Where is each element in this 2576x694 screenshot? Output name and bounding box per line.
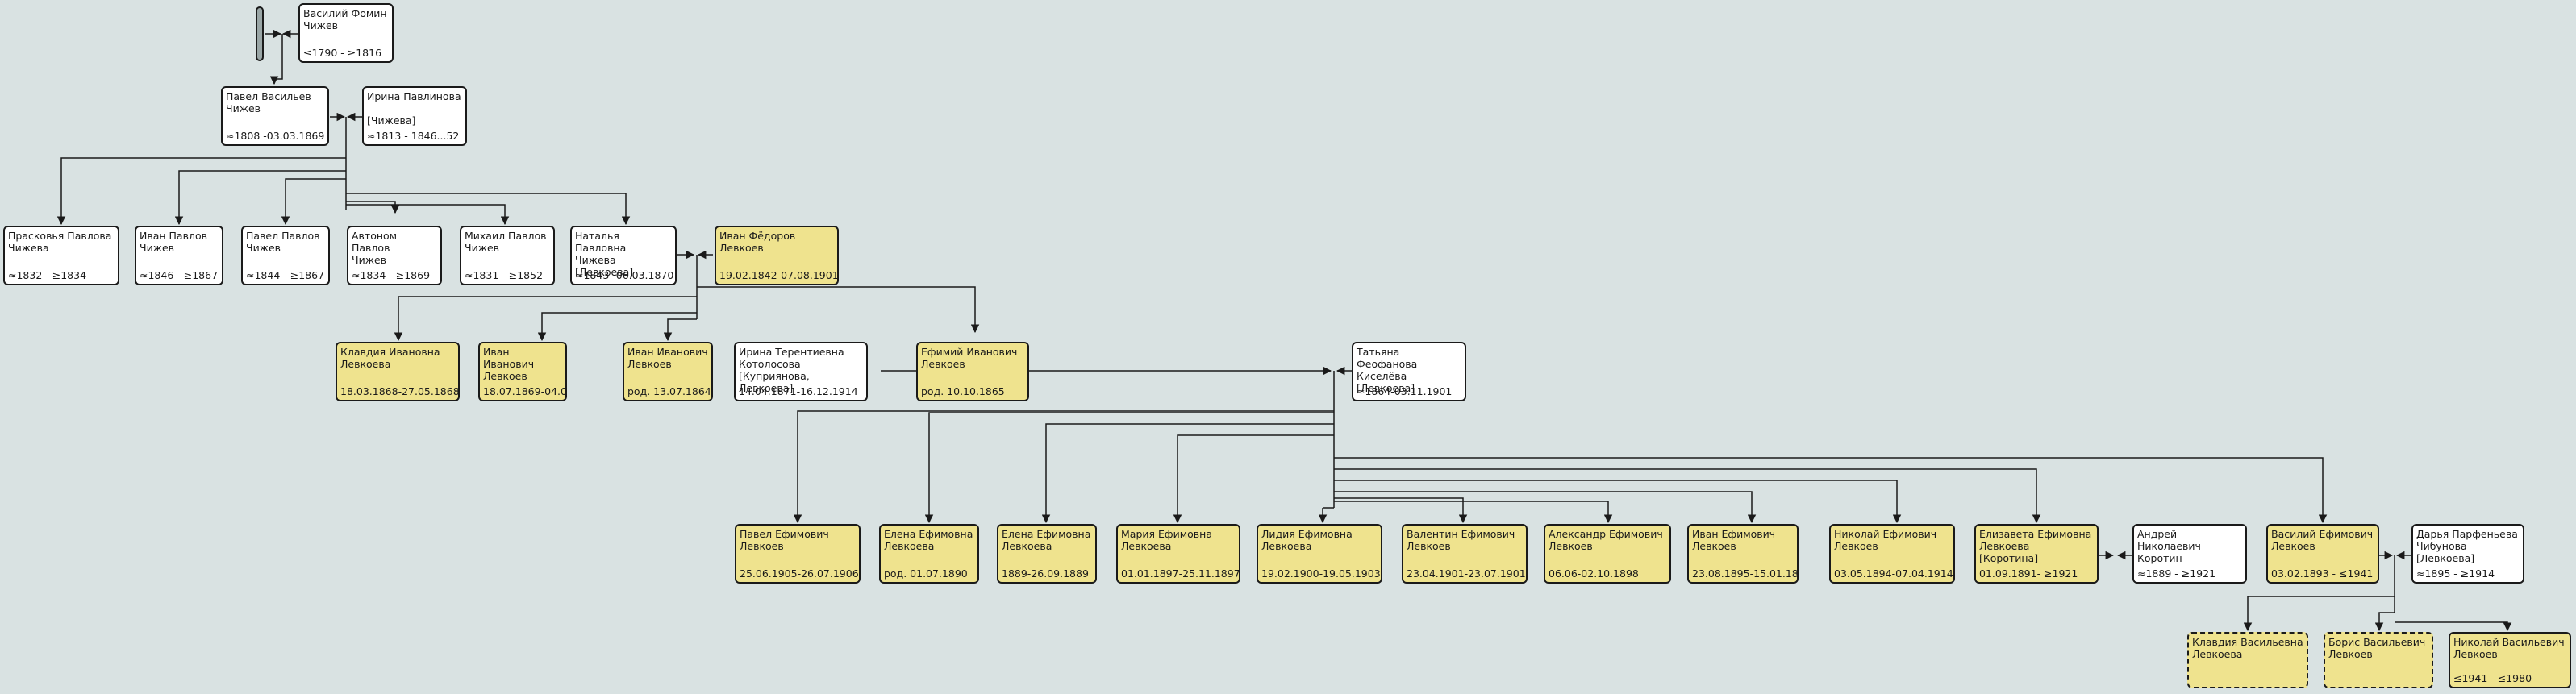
person-name: Клавдия Васильевна Левкоева xyxy=(2192,636,2303,660)
person-dates: ≈1895 - ≥1914 xyxy=(2416,567,2495,580)
person-card-nikolay-vas[interactable]: Николай Васильевич Левкоев ≤1941 - ≤1980 xyxy=(2449,632,2571,688)
person-card-irina-pavlinova[interactable]: Ирина Павлинова [Чижева] ≈1813 - 1846...5… xyxy=(362,86,467,146)
person-dates: ≈1813 - 1846...52 xyxy=(367,130,460,142)
person-card-ivan-fedorov[interactable]: Иван Фёдоров Левкоев 19.02.1842-07.08.190… xyxy=(715,226,839,285)
person-card-vasiliy-ef[interactable]: Василий Ефимович Левкоев 03.02.1893 - ≤19… xyxy=(2266,524,2379,584)
person-dates: 03.02.1893 - ≤1941 xyxy=(2271,567,2374,580)
person-card-boris-vas[interactable]: Борис Васильевич Левкоев xyxy=(2324,632,2433,688)
person-card-klavdiya-iv[interactable]: Клавдия Ивановна Левкоева 18.03.1868-27.0… xyxy=(336,342,460,401)
person-dates: 19.02.1842-07.08.1901 xyxy=(719,269,839,281)
person-name: Иван Иванович Левкоев xyxy=(627,346,708,370)
person-card-ivan-iv1[interactable]: Иван Иванович Левкоев 18.07.1869-04.01.18… xyxy=(478,342,567,401)
person-dates: ≈1846 - ≥1867 xyxy=(140,269,219,281)
person-dates: 1889-26.09.1889 xyxy=(1002,567,1089,580)
person-dates: ≤1941 - ≤1980 xyxy=(2453,672,2532,684)
person-name: Мария Ефимовна Левкоева xyxy=(1121,528,1212,552)
person-name: Елизавета Ефимовна Левкоева [Коротина] xyxy=(1979,528,2092,564)
person-dates: ≤1790 - ≥1816 xyxy=(303,47,382,59)
person-dates: род. 01.07.1890 xyxy=(884,567,968,580)
person-name: Андрей Николаевич Коротин xyxy=(2137,528,2201,564)
person-card-ivan-pavlov[interactable]: Иван Павлов Чижев ≈1846 - ≥1867 xyxy=(135,226,223,285)
person-card-mikhail[interactable]: Михаил Павлов Чижев ≈1831 - ≥1852 xyxy=(460,226,555,285)
person-name: Николай Васильевич Левкоев xyxy=(2453,636,2565,660)
person-card-efimiy[interactable]: Ефимий Иванович Левкоев род. 10.10.1865 xyxy=(916,342,1029,401)
person-card-natalya[interactable]: Наталья Павловна Чижева [Левкоева] ≈1843 … xyxy=(570,226,677,285)
person-card-andrey[interactable]: Андрей Николаевич Коротин ≈1889 - ≥1921 xyxy=(2132,524,2247,584)
person-card-ivan-iv2[interactable]: Иван Иванович Левкоев род. 13.07.1864 xyxy=(623,342,713,401)
person-dates: ≈1843 -06.03.1870 xyxy=(575,269,674,281)
person-name: Василий Ефимович Левкоев xyxy=(2271,528,2374,552)
person-name: Елена Ефимовна Левкоева xyxy=(1002,528,1091,552)
person-name: Иван Фёдоров Левкоев xyxy=(719,230,796,254)
person-name: Александр Ефимович Левкоев xyxy=(1549,528,1663,552)
person-dates: род. 13.07.1864 xyxy=(627,385,711,397)
person-name: Лидия Ефимовна Левкоева xyxy=(1261,528,1353,552)
person-card-pavel-vasilyev[interactable]: Павел Васильев Чижев ≈1808 -03.03.1869 xyxy=(221,86,329,146)
person-dates: ≈1831 - ≥1852 xyxy=(465,269,544,281)
person-name: Ефимий Иванович Левкоев xyxy=(921,346,1018,370)
person-name: Павел Ефимович Левкоев xyxy=(740,528,829,552)
person-card-nikolay-ef[interactable]: Николай Ефимович Левкоев 03.05.1894-07.04… xyxy=(1829,524,1955,584)
person-card-vasiliy-fomin[interactable]: Василий Фомин Чижев ≤1790 - ≥1816 xyxy=(298,3,394,63)
person-card-darya[interactable]: Дарья Парфеньева Чибунова [Левкоева] ≈189… xyxy=(2411,524,2524,584)
person-card-ivan-ef[interactable]: Иван Ефимович Левкоев 23.08.1895-15.01.18… xyxy=(1687,524,1799,584)
person-dates: ≈1808 -03.03.1869 xyxy=(226,130,325,142)
person-dates: 25.06.1905-26.07.1906 xyxy=(740,567,859,580)
person-name: Иван Ефимович Левкоев xyxy=(1692,528,1776,552)
person-name: Елена Ефимовна Левкоева xyxy=(884,528,973,552)
person-name: Дарья Парфеньева Чибунова [Левкоева] xyxy=(2416,528,2518,564)
person-card-irina-ter[interactable]: Ирина Терентиевна Котолосова [Куприянова… xyxy=(734,342,868,401)
person-dates: ≈1889 - ≥1921 xyxy=(2137,567,2216,580)
person-card-valentin-ef[interactable]: Валентин Ефимович Левкоев 23.04.1901-23.0… xyxy=(1402,524,1528,584)
person-dates: 14.04.1871-16.12.1914 xyxy=(739,385,858,397)
root-handle[interactable] xyxy=(256,6,264,61)
person-dates: ≈1832 - ≥1834 xyxy=(8,269,87,281)
person-card-avtonom[interactable]: Автоном Павлов Чижев ≈1834 - ≥1869 xyxy=(347,226,442,285)
person-card-klavdiya-vas[interactable]: Клавдия Васильевна Левкоева xyxy=(2187,632,2308,688)
person-dates: 23.04.1901-23.07.1901 xyxy=(1407,567,1526,580)
person-name: Борис Васильевич Левкоев xyxy=(2328,636,2426,660)
person-card-tatyana[interactable]: Татьяна Феофанова Киселёва [Левкоева] ≈18… xyxy=(1352,342,1466,401)
person-name: Автоном Павлов Чижев xyxy=(352,230,398,266)
person-dates: 01.09.1891- ≥1921 xyxy=(1979,567,2078,580)
person-name: Иван Павлов Чижев xyxy=(140,230,207,254)
person-dates: ≈1834 - ≥1869 xyxy=(352,269,431,281)
person-card-elena-ef1[interactable]: Елена Ефимовна Левкоева род. 01.07.1890 xyxy=(879,524,979,584)
person-card-pavel-ef[interactable]: Павел Ефимович Левкоев 25.06.1905-26.07.1… xyxy=(735,524,861,584)
person-dates: 03.05.1894-07.04.1914 xyxy=(1834,567,1953,580)
person-name: Павел Васильев Чижев xyxy=(226,90,311,114)
person-dates: 23.08.1895-15.01.1896 xyxy=(1692,567,1799,580)
person-name: Павел Павлов Чижев xyxy=(246,230,320,254)
person-dates: 06.06-02.10.1898 xyxy=(1549,567,1639,580)
person-dates: 01.01.1897-25.11.1897 xyxy=(1121,567,1240,580)
person-name: Василий Фомин Чижев xyxy=(303,7,387,31)
person-dates: 18.07.1869-04.01.1870 xyxy=(483,385,567,397)
person-card-mariya-ef[interactable]: Мария Ефимовна Левкоева 01.01.1897-25.11.… xyxy=(1116,524,1240,584)
person-dates: род. 10.10.1865 xyxy=(921,385,1005,397)
person-card-lidiya-ef[interactable]: Лидия Ефимовна Левкоева 19.02.1900-19.05.… xyxy=(1257,524,1382,584)
person-name: Клавдия Ивановна Левкоева xyxy=(340,346,440,370)
person-name: Ирина Павлинова [Чижева] xyxy=(367,90,461,127)
person-card-aleksandr-ef[interactable]: Александр Ефимович Левкоев 06.06-02.10.18… xyxy=(1544,524,1671,584)
person-card-elena-ef2[interactable]: Елена Ефимовна Левкоева 1889-26.09.1889 xyxy=(997,524,1097,584)
person-name: Иван Иванович Левкоев xyxy=(483,346,535,382)
person-card-elizaveta-ef[interactable]: Елизавета Ефимовна Левкоева [Коротина] 01… xyxy=(1974,524,2099,584)
person-dates: 19.02.1900-19.05.1903 xyxy=(1261,567,1381,580)
person-name: Михаил Павлов Чижев xyxy=(465,230,547,254)
person-card-pavel-pavlov[interactable]: Павел Павлов Чижев ≈1844 - ≥1867 xyxy=(241,226,330,285)
person-name: Валентин Ефимович Левкоев xyxy=(1407,528,1515,552)
person-dates: ≈1864-03.11.1901 xyxy=(1357,385,1453,397)
person-name: Прасковья Павлова Чижева xyxy=(8,230,112,254)
person-dates: 18.03.1868-27.05.1868 xyxy=(340,385,460,397)
person-name: Николай Ефимович Левкоев xyxy=(1834,528,1937,552)
person-card-praskovya[interactable]: Прасковья Павлова Чижева ≈1832 - ≥1834 xyxy=(3,226,119,285)
person-dates: ≈1844 - ≥1867 xyxy=(246,269,325,281)
